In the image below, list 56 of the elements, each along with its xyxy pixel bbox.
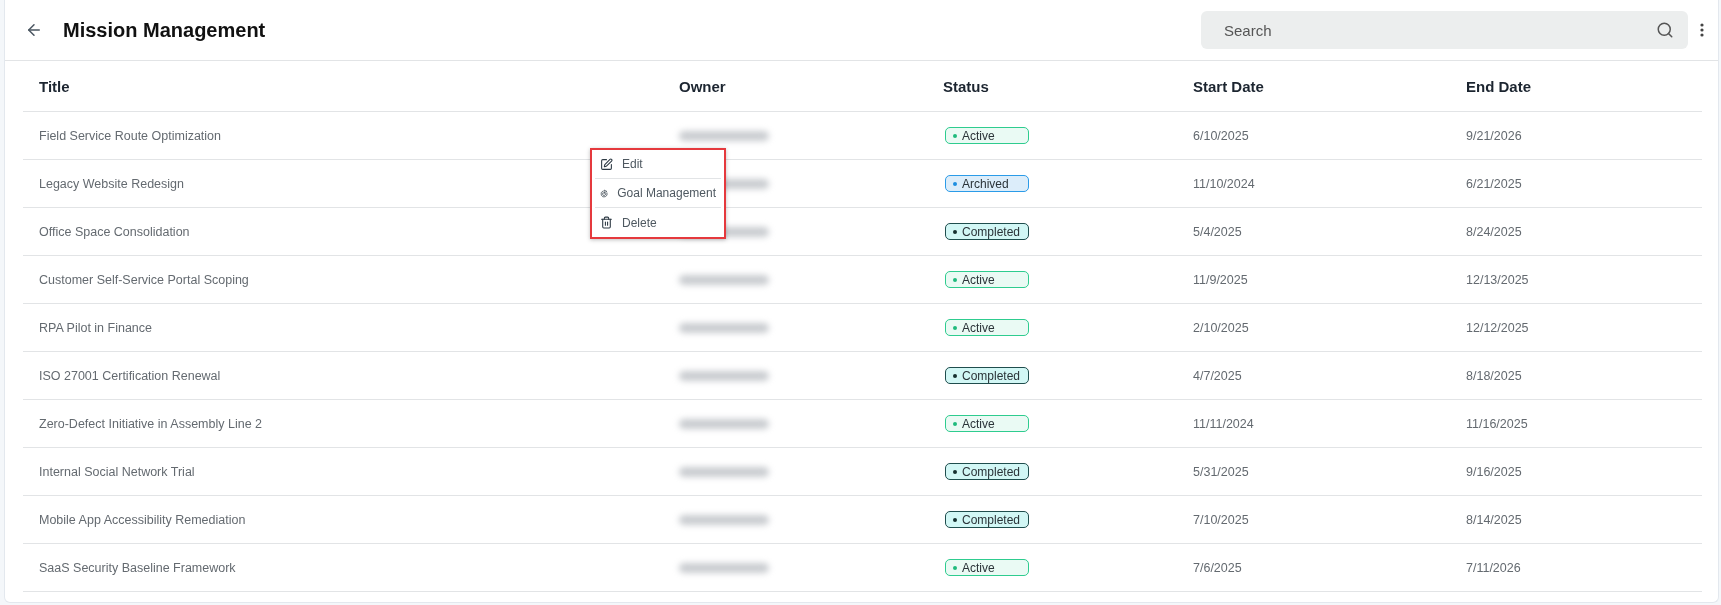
trash-icon bbox=[600, 216, 613, 229]
end-date-cell: 9/16/2025 bbox=[1466, 464, 1522, 479]
title-cell: Internal Social Network Trial bbox=[39, 464, 195, 479]
start-date-cell: 11/10/2024 bbox=[1193, 176, 1255, 191]
start-date-cell: 6/10/2025 bbox=[1193, 128, 1249, 143]
title-cell: Legacy Website Redesign bbox=[39, 176, 184, 191]
status-badge: Active bbox=[945, 319, 1029, 336]
status-badge: Completed bbox=[945, 223, 1029, 240]
column-header: End Date bbox=[1465, 77, 1532, 95]
start-date-cell: 11/11/2024 bbox=[1193, 416, 1254, 431]
start-date-cell: 7/10/2025 bbox=[1193, 512, 1249, 527]
end-date-cell: 9/21/2026 bbox=[1466, 128, 1522, 143]
status-badge: Completed bbox=[945, 463, 1029, 480]
status-badge: Active bbox=[945, 271, 1029, 288]
end-date-cell: 12/13/2025 bbox=[1466, 272, 1529, 287]
search-field[interactable]: Search bbox=[1201, 11, 1688, 49]
menu-item[interactable]: Delete bbox=[595, 208, 721, 237]
end-date-cell: 7/11/2026 bbox=[1466, 560, 1521, 575]
search-icon bbox=[1656, 21, 1674, 39]
title-cell: RPA Pilot in Finance bbox=[39, 320, 153, 335]
edit-icon bbox=[600, 157, 613, 171]
more-vertical-icon bbox=[1700, 23, 1704, 37]
more-button[interactable] bbox=[1700, 23, 1704, 37]
start-date-cell: 5/31/2025 bbox=[1193, 464, 1249, 479]
status-badge: Active bbox=[945, 415, 1029, 432]
title-cell: Field Service Route Optimization bbox=[39, 128, 222, 143]
column-header: Start Date bbox=[1192, 77, 1265, 95]
end-date-cell: 8/24/2025 bbox=[1466, 224, 1522, 239]
end-date-cell: 8/14/2025 bbox=[1466, 512, 1522, 527]
column-header: Owner bbox=[678, 77, 727, 95]
end-date-cell: 8/18/2025 bbox=[1466, 368, 1522, 383]
start-date-cell: 7/6/2025 bbox=[1193, 560, 1242, 575]
title-cell: Mobile App Accessibility Remediation bbox=[39, 512, 246, 527]
status-badge: Active bbox=[945, 559, 1029, 576]
end-date-cell: 6/21/2025 bbox=[1466, 176, 1522, 191]
title-cell: Customer Self-Service Portal Scoping bbox=[39, 272, 249, 287]
end-date-cell: 11/16/2025 bbox=[1466, 416, 1528, 431]
page-title: Mission Management bbox=[63, 18, 267, 42]
start-date-cell: 11/9/2025 bbox=[1193, 272, 1248, 287]
column-header: Status bbox=[942, 77, 990, 95]
status-badge: Archived bbox=[945, 175, 1029, 192]
title-cell: Office Space Consolidation bbox=[39, 224, 190, 239]
status-badge: Completed bbox=[945, 511, 1029, 528]
title-cell: SaaS Security Baseline Framework bbox=[39, 560, 236, 575]
menu-item[interactable]: Edit bbox=[595, 150, 721, 179]
status-badge: Completed bbox=[945, 367, 1029, 384]
start-date-cell: 5/4/2025 bbox=[1193, 224, 1242, 239]
status-badge: Active bbox=[945, 127, 1029, 144]
title-cell: Zero-Defect Initiative in Assembly Line 2 bbox=[39, 416, 263, 431]
end-date-cell: 12/12/2025 bbox=[1466, 320, 1529, 335]
start-date-cell: 4/7/2025 bbox=[1193, 368, 1242, 383]
column-header: Title bbox=[38, 77, 71, 95]
title-cell: ISO 27001 Certification Renewal bbox=[39, 368, 221, 383]
search-input[interactable]: Search bbox=[1222, 20, 1656, 40]
start-date-cell: 2/10/2025 bbox=[1193, 320, 1249, 335]
menu-item[interactable]: Goal Management bbox=[595, 179, 721, 208]
